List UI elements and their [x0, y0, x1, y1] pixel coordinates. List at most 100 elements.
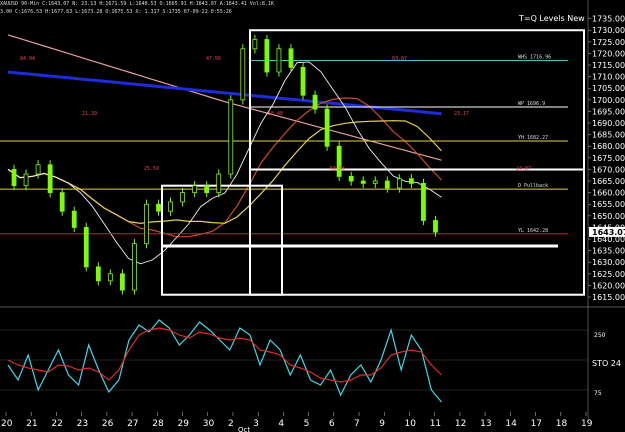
y-tick-label: 1635.00: [592, 247, 625, 256]
candle-body: [433, 220, 438, 233]
stoch-title: STO 24: [592, 359, 621, 368]
x-tick-label: 29: [178, 419, 190, 429]
indicator-title: T=Q Levels New: [519, 14, 585, 23]
stoch-d-line: [7, 327, 442, 383]
candle-body: [192, 185, 198, 194]
price-annotation: 24.87: [516, 166, 531, 172]
x-tick-label: 12: [455, 419, 466, 429]
candle-body: [120, 273, 125, 291]
y-tick-label: 1720.00: [592, 49, 625, 58]
range-box-left: [161, 184, 283, 296]
y-tick-label: 1730.00: [592, 26, 625, 35]
candle-body: [83, 227, 89, 268]
candle-body: [204, 185, 210, 194]
x-tick-label: 6: [329, 419, 335, 429]
level-label: WP 1696.9: [518, 101, 545, 107]
x-tick-label: 26: [102, 419, 114, 429]
current-price-label: 1643.07: [592, 228, 625, 237]
x-tick-label: 5: [304, 419, 310, 429]
y-tick-label: 1715.00: [592, 61, 625, 70]
candle-body: [264, 39, 270, 73]
y-tick-label: 1705.00: [592, 84, 625, 93]
price-annotation: 03.87: [392, 56, 407, 62]
x-tick-label: 3: [253, 419, 259, 429]
candle-body: [276, 48, 282, 73]
stoch-tick-label: 75: [594, 390, 602, 397]
x-tick-label: 13: [480, 419, 491, 429]
time-axis: 20 21 22 23 26 27 28 29 30 2 3 4 5 6 7 9 10 11 12 13 14 17 18 1…: [1, 412, 593, 432]
stochastic-panel: 250 75 STO 24: [0, 319, 621, 403]
x-tick-label: 22: [51, 419, 62, 429]
quote-subheader: 3.00 C:1676.53 H:1677.63 L:1673.28 O:167…: [0, 9, 232, 15]
candle-body: [360, 180, 366, 184]
candle-body: [156, 203, 161, 212]
trading-chart[interactable]: WHS 1716.96 WP 1696.9 YH 1682.27 D Pullback…: [0, 0, 625, 432]
x-tick-label: 10: [404, 419, 416, 429]
candle-body: [348, 175, 354, 182]
candle-body: [23, 173, 29, 187]
level-label: YL 1642.28: [518, 228, 548, 234]
y-tick-label: 1700.00: [592, 96, 625, 105]
x-tick-label: 18: [556, 419, 568, 429]
y-tick-label: 1680.00: [592, 142, 625, 151]
candle-body: [300, 66, 306, 96]
y-tick-label: 1655.00: [592, 200, 625, 209]
y-tick-label: 1735.00: [592, 15, 625, 24]
candle-body: [396, 178, 402, 189]
x-tick-label: 30: [203, 419, 215, 429]
x-tick-label: 14: [505, 419, 517, 429]
price-annotation: 84.94: [20, 56, 35, 62]
yellow-ma-line: [7, 120, 442, 225]
x-tick-label: 7: [354, 419, 360, 429]
range-box-main: [249, 29, 585, 296]
price-annotation: 58.48: [268, 111, 283, 117]
candle-body: [71, 210, 77, 228]
x-tick-label: 23: [77, 419, 88, 429]
price-annotation: 25.59: [144, 166, 159, 172]
candle-body: [95, 266, 101, 282]
price-annotation: 23.17: [454, 111, 469, 117]
y-tick-label: 1710.00: [592, 73, 625, 82]
x-tick-label: 28: [152, 419, 164, 429]
candle-body: [11, 169, 17, 187]
candle-body: [47, 164, 53, 194]
x-tick-label: 19: [581, 419, 593, 429]
candle-body: [216, 173, 222, 194]
candle-body: [144, 203, 149, 245]
candle-body: [228, 99, 234, 175]
y-tick-label: 1670.00: [592, 165, 625, 174]
y-tick-label: 1660.00: [592, 189, 625, 198]
price-annotation: 47.56: [206, 56, 221, 62]
y-tick-label: 1625.00: [592, 270, 625, 279]
stoch-tick-label: 250: [594, 332, 606, 339]
candle-body: [288, 48, 294, 68]
y-tick-label: 1675.00: [592, 154, 625, 163]
candle-body: [180, 192, 186, 203]
candle-body: [252, 39, 258, 50]
candle-body: [421, 182, 426, 221]
y-tick-label: 1615.00: [592, 293, 625, 302]
y-tick-label: 1695.00: [592, 107, 625, 116]
candle-body: [59, 192, 65, 212]
y-tick-label: 1685.00: [592, 131, 625, 140]
x-sublabel: Oct: [238, 426, 250, 432]
y-tick-label: 1630.00: [592, 258, 625, 267]
level-label: WHS 1716.96: [518, 54, 551, 60]
x-tick-label: 17: [531, 419, 542, 429]
candle-body: [107, 273, 113, 282]
x-tick-label: 21: [26, 419, 37, 429]
level-label: YH 1682.27: [518, 135, 548, 141]
y-tick-label: 1650.00: [592, 212, 625, 221]
price-annotation: 21.39: [82, 111, 97, 117]
y-tick-label: 1665.00: [592, 177, 625, 186]
candle-body: [409, 178, 414, 184]
x-tick-label: 9: [379, 419, 385, 429]
candle-body: [372, 180, 378, 184]
candle-body: [324, 108, 330, 147]
candle-body: [132, 243, 137, 291]
price-annotation: 58.56: [330, 166, 345, 172]
candle-body: [35, 164, 41, 175]
level-label: D Pullback: [518, 183, 548, 189]
y-tick-label: 1620.00: [592, 281, 625, 290]
y-tick-label: 1690.00: [592, 119, 625, 128]
